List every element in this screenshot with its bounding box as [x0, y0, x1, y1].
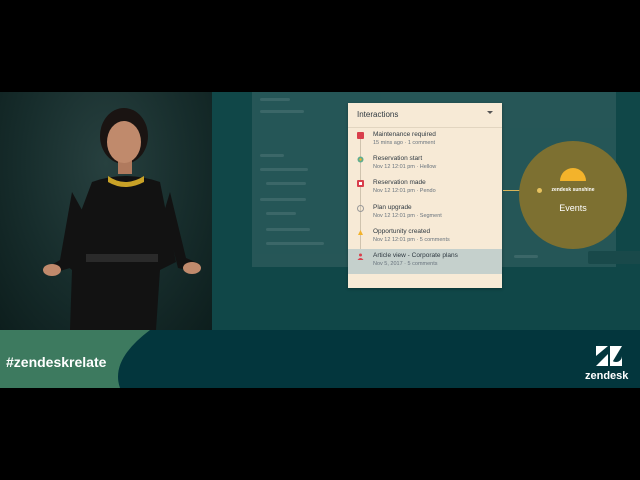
interaction-meta: Nov 12 12:01 pm · Pendo	[373, 188, 436, 194]
interaction-title: Reservation start	[373, 155, 423, 162]
opportunity-icon	[357, 229, 364, 236]
location-pin-icon	[357, 156, 364, 163]
placeholder-line	[260, 98, 290, 101]
interaction-item[interactable]: Reservation start Nov 12 12:01 pm · Hell…	[348, 152, 502, 177]
hashtag-label: #zendeskrelate	[6, 354, 107, 370]
events-label: Events	[559, 203, 587, 213]
placeholder-line	[260, 110, 304, 113]
upgrade-icon	[357, 205, 364, 212]
interaction-meta: Nov 12 12:01 pm · Segment	[373, 213, 442, 219]
speaker-camera-view	[0, 92, 212, 330]
calendar-icon	[357, 180, 364, 187]
placeholder-line	[266, 228, 310, 231]
placeholder-line	[260, 168, 308, 171]
interaction-title: Reservation made	[373, 179, 426, 186]
placeholder-line	[260, 198, 306, 201]
interaction-item[interactable]: Maintenance required 15 mins ago · 1 com…	[348, 128, 502, 153]
placeholder-line	[266, 182, 306, 185]
sunshine-brand-label: zendesk sunshine	[551, 187, 595, 193]
interactions-title: Interactions	[357, 110, 399, 119]
background-button	[588, 251, 640, 264]
sunshine-logo-icon	[560, 168, 586, 181]
zendesk-wordmark: zendesk	[585, 370, 629, 382]
interaction-title: Maintenance required	[373, 131, 436, 138]
placeholder-line	[266, 212, 296, 215]
event-banner: #zendeskrelate zendesk	[0, 330, 640, 388]
placeholder-line	[260, 154, 284, 157]
zendesk-logo-icon	[596, 346, 622, 366]
interaction-meta: Nov 12 12:01 pm · Hellow	[373, 164, 437, 170]
interactions-card-header[interactable]: Interactions	[348, 103, 502, 128]
interaction-meta: Nov 12 12:01 pm · 5 comments	[373, 237, 450, 243]
placeholder-line	[266, 242, 324, 245]
interaction-item-selected[interactable]: Article view - Corporate plans Nov 5, 20…	[348, 249, 502, 274]
connector-dot	[537, 188, 542, 193]
speaker-figure	[43, 108, 201, 330]
interaction-meta: 15 mins ago · 1 comment	[373, 140, 436, 146]
interaction-meta: Nov 5, 2017 · 5 comments	[373, 261, 438, 267]
interaction-item[interactable]: Reservation made Nov 12 12:01 pm · Pendo	[348, 176, 502, 201]
chevron-down-icon[interactable]	[487, 111, 493, 114]
interaction-title: Article view - Corporate plans	[373, 252, 458, 259]
interaction-item[interactable]: Opportunity created Nov 12 12:01 pm · 5 …	[348, 225, 502, 250]
interaction-item[interactable]: Plan upgrade Nov 12 12:01 pm · Segment	[348, 201, 502, 226]
interactions-card: Interactions Maintenance required 15 min…	[348, 103, 502, 288]
interaction-title: Plan upgrade	[373, 204, 412, 211]
placeholder-line	[514, 255, 538, 258]
person-icon	[357, 253, 364, 260]
wrench-icon	[357, 132, 364, 139]
interaction-title: Opportunity created	[373, 228, 431, 235]
events-bubble: zendesk sunshine Events	[519, 141, 627, 249]
